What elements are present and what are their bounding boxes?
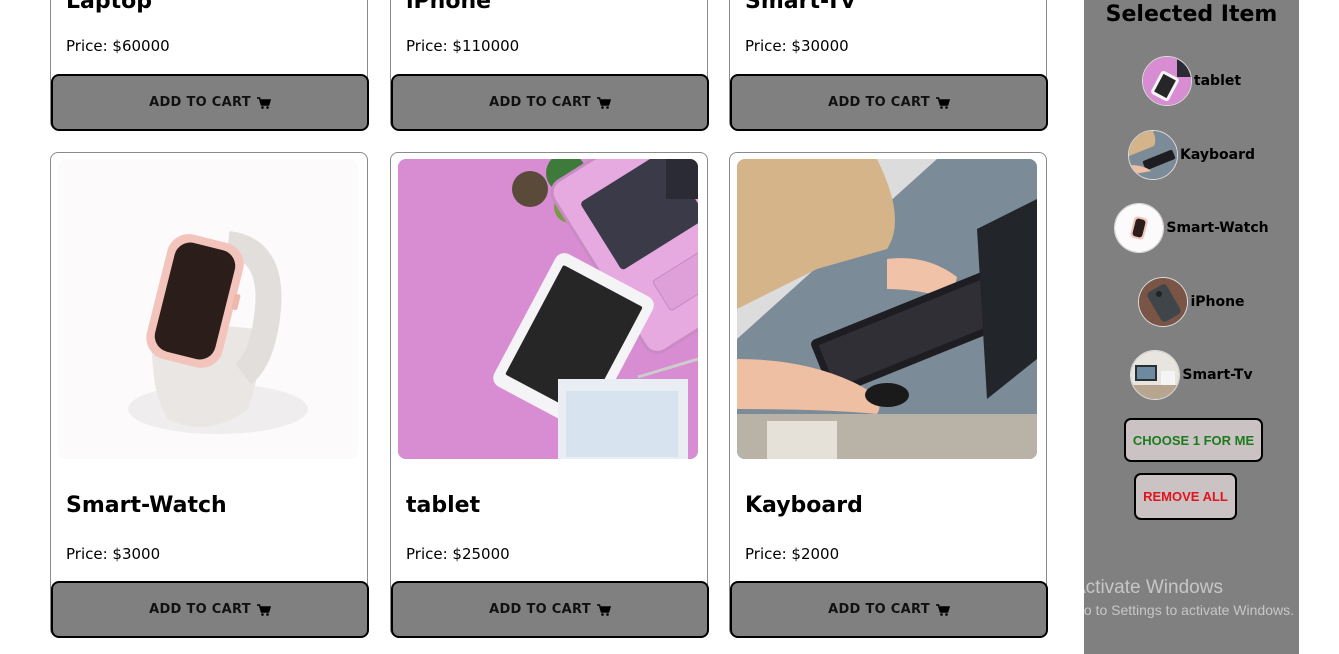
product-price: Price: $2000 bbox=[745, 545, 840, 563]
add-to-cart-label: ADD TO CART bbox=[149, 602, 251, 617]
add-to-cart-label: ADD TO CART bbox=[489, 95, 591, 110]
product-title: Laptop bbox=[66, 0, 152, 14]
selected-item-thumbnail bbox=[1141, 56, 1192, 106]
selected-item-label: tablet bbox=[1193, 73, 1242, 89]
selected-item-thumbnail bbox=[1130, 350, 1181, 400]
selected-item-iphone[interactable]: iPhone bbox=[1084, 277, 1299, 327]
product-card-iphone: iPhone Price: $110000 ADD TO CART bbox=[390, 0, 709, 131]
selected-item-smart-watch[interactable]: Smart-Watch bbox=[1084, 203, 1299, 253]
product-image-smart-watch bbox=[58, 159, 358, 459]
selected-item-label: iPhone bbox=[1190, 294, 1245, 310]
product-card-laptop: Laptop Price: $60000 ADD TO CART bbox=[50, 0, 369, 131]
add-to-cart-button[interactable]: ADD TO CART bbox=[51, 581, 369, 638]
activate-windows-hint: Go to Settings to activate Windows. bbox=[1073, 602, 1294, 618]
cart-icon bbox=[256, 603, 271, 616]
product-title: Smart-Watch bbox=[66, 493, 227, 518]
add-to-cart-button[interactable]: ADD TO CART bbox=[51, 74, 369, 131]
add-to-cart-label: ADD TO CART bbox=[489, 602, 591, 617]
product-image-tablet bbox=[398, 159, 698, 459]
selected-item-label: Smart-Watch bbox=[1166, 220, 1269, 236]
product-title: Kayboard bbox=[745, 493, 863, 518]
remove-all-button[interactable]: REMOVE ALL bbox=[1134, 473, 1237, 520]
activate-windows-watermark: Activate Windows bbox=[1073, 577, 1223, 598]
product-price: Price: $3000 bbox=[66, 545, 161, 563]
product-price: Price: $60000 bbox=[66, 37, 170, 55]
selected-items-sidebar: Selected Item tablet Kayboard Smart-Watc… bbox=[1084, 0, 1299, 654]
cart-icon bbox=[935, 603, 950, 616]
cart-icon bbox=[256, 96, 271, 109]
product-price: Price: $110000 bbox=[406, 37, 520, 55]
add-to-cart-label: ADD TO CART bbox=[149, 95, 251, 110]
product-price: Price: $25000 bbox=[406, 545, 510, 563]
cart-icon bbox=[596, 603, 611, 616]
product-image-keyboard bbox=[737, 159, 1037, 459]
product-title: iPhone bbox=[406, 0, 492, 14]
product-card-keyboard: Kayboard Price: $2000 ADD TO CART bbox=[729, 152, 1048, 638]
add-to-cart-button[interactable]: ADD TO CART bbox=[730, 74, 1048, 131]
product-title: tablet bbox=[406, 493, 481, 518]
add-to-cart-button[interactable]: ADD TO CART bbox=[391, 581, 709, 638]
add-to-cart-label: ADD TO CART bbox=[828, 602, 930, 617]
selected-item-thumbnail bbox=[1114, 203, 1165, 253]
product-title: Smart-Tv bbox=[745, 0, 856, 14]
product-card-smart-tv: Smart-Tv Price: $30000 ADD TO CART bbox=[729, 0, 1048, 131]
selected-item-thumbnail bbox=[1138, 277, 1189, 327]
selected-item-label: Kayboard bbox=[1179, 147, 1255, 163]
product-price: Price: $30000 bbox=[745, 37, 849, 55]
add-to-cart-button[interactable]: ADD TO CART bbox=[391, 74, 709, 131]
sidebar-title: Selected Item bbox=[1105, 2, 1278, 27]
selected-item-keyboard[interactable]: Kayboard bbox=[1084, 130, 1299, 180]
product-card-tablet: tablet Price: $25000 ADD TO CART bbox=[390, 152, 709, 638]
cart-icon bbox=[935, 96, 950, 109]
selected-item-smart-tv[interactable]: Smart-Tv bbox=[1084, 350, 1299, 400]
selected-item-thumbnail bbox=[1127, 130, 1178, 180]
cart-icon bbox=[596, 96, 611, 109]
selected-item-label: Smart-Tv bbox=[1182, 367, 1253, 383]
add-to-cart-label: ADD TO CART bbox=[828, 95, 930, 110]
selected-item-tablet[interactable]: tablet bbox=[1084, 56, 1299, 106]
choose-one-button[interactable]: CHOOSE 1 FOR ME bbox=[1124, 418, 1263, 462]
add-to-cart-button[interactable]: ADD TO CART bbox=[730, 581, 1048, 638]
product-card-smart-watch: Smart-Watch Price: $3000 ADD TO CART bbox=[50, 152, 369, 638]
